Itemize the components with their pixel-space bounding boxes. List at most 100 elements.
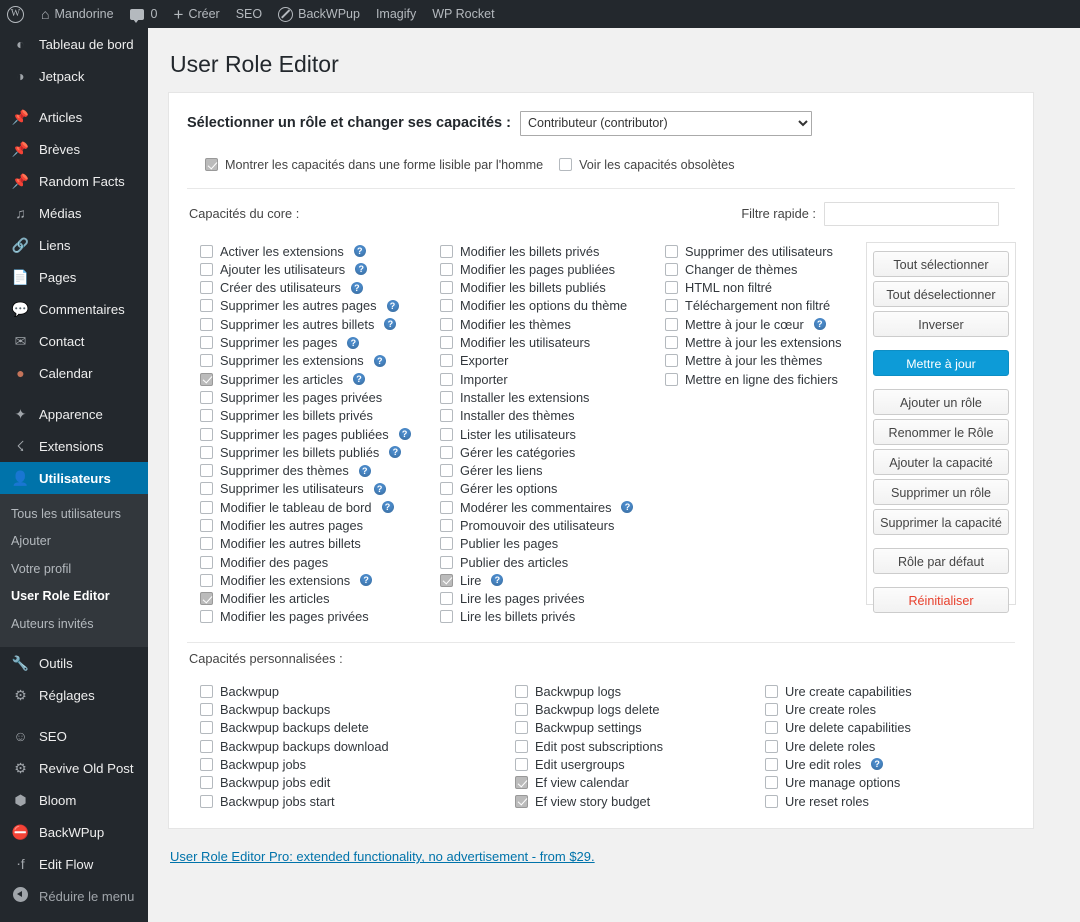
quick-filter-input[interactable]	[824, 201, 999, 226]
capability-checkbox[interactable]	[665, 281, 678, 295]
capability-row[interactable]: Publier les pages	[440, 535, 652, 553]
capability-checkbox[interactable]	[440, 427, 453, 441]
invert-button[interactable]: Inverser	[873, 310, 1009, 337]
capability-row[interactable]: Importer	[440, 370, 652, 388]
capability-row[interactable]: Mettre à jour les extensions	[665, 333, 862, 351]
capability-checkbox[interactable]	[440, 336, 453, 350]
capability-row[interactable]: Edit usergroups	[515, 755, 752, 773]
capability-row[interactable]: Téléchargement non filtré	[665, 297, 862, 315]
pro-upgrade-link[interactable]: User Role Editor Pro: extended functiona…	[170, 849, 595, 864]
rename-role-button[interactable]: Renommer le Rôle	[873, 418, 1009, 445]
capability-row[interactable]: Supprimer les billets publiés	[200, 443, 427, 461]
help-icon[interactable]	[813, 318, 826, 331]
help-icon[interactable]	[353, 245, 366, 258]
capability-row[interactable]: Modifier les billets publiés	[440, 278, 652, 296]
capability-checkbox[interactable]	[765, 794, 778, 808]
capability-checkbox[interactable]	[665, 317, 678, 331]
sidebar-item-seo[interactable]: ☺ SEO	[0, 720, 148, 752]
capability-checkbox[interactable]	[440, 500, 453, 514]
sidebar-item-medias[interactable]: ♫ Médias	[0, 197, 148, 229]
capability-checkbox[interactable]	[665, 299, 678, 313]
capability-checkbox[interactable]	[440, 390, 453, 404]
capability-checkbox[interactable]	[200, 537, 213, 551]
capability-checkbox[interactable]	[765, 757, 778, 771]
capability-checkbox[interactable]	[665, 336, 678, 350]
capability-checkbox[interactable]	[200, 610, 213, 624]
capability-row[interactable]: Ajouter les utilisateurs	[200, 260, 427, 278]
capability-row[interactable]: Modifier les articles	[200, 590, 427, 608]
capability-row[interactable]: Backwpup	[200, 682, 502, 700]
help-icon[interactable]	[373, 354, 386, 367]
capability-checkbox[interactable]	[200, 390, 213, 404]
sidebar-item-edit-flow[interactable]: ⋅f Edit Flow	[0, 848, 148, 880]
capability-row[interactable]: Mettre à jour le cœur	[665, 315, 862, 333]
capability-checkbox[interactable]	[200, 464, 213, 478]
capability-row[interactable]: Supprimer les billets privés	[200, 407, 427, 425]
capability-checkbox[interactable]	[765, 721, 778, 735]
capability-checkbox[interactable]	[200, 592, 213, 606]
help-icon[interactable]	[386, 299, 399, 312]
capability-row[interactable]: Ure delete capabilities	[765, 719, 992, 737]
add-capability-button[interactable]: Ajouter la capacité	[873, 448, 1009, 475]
capability-checkbox[interactable]	[515, 776, 528, 790]
capability-checkbox[interactable]	[200, 244, 213, 258]
capability-checkbox[interactable]	[440, 592, 453, 606]
capability-row[interactable]: Edit post subscriptions	[515, 737, 752, 755]
help-icon[interactable]	[373, 482, 386, 495]
help-icon[interactable]	[871, 758, 884, 771]
capability-row[interactable]: Gérer les catégories	[440, 443, 652, 461]
delete-role-button[interactable]: Supprimer un rôle	[873, 478, 1009, 505]
capability-row[interactable]: Gérer les options	[440, 480, 652, 498]
capability-checkbox[interactable]	[665, 244, 678, 258]
help-icon[interactable]	[389, 446, 402, 459]
capability-checkbox[interactable]	[200, 281, 213, 295]
capability-row[interactable]: Modifier les pages publiées	[440, 260, 652, 278]
capability-checkbox[interactable]	[440, 354, 453, 368]
help-icon[interactable]	[350, 281, 363, 294]
sidebar-subitem-auteurs-invites[interactable]: Auteurs invités	[0, 611, 148, 638]
capability-checkbox[interactable]	[200, 518, 213, 532]
capability-checkbox[interactable]	[765, 776, 778, 790]
capability-checkbox[interactable]	[515, 757, 528, 771]
capability-row[interactable]: Supprimer les pages	[200, 333, 427, 351]
sidebar-item-pages[interactable]: 📄 Pages	[0, 261, 148, 293]
capability-row[interactable]: Promouvoir des utilisateurs	[440, 516, 652, 534]
capability-row[interactable]: Backwpup backups	[200, 700, 502, 718]
capability-row[interactable]: Ure create roles	[765, 700, 992, 718]
capability-checkbox[interactable]	[440, 244, 453, 258]
sidebar-item-bloom[interactable]: ⬢ Bloom	[0, 784, 148, 816]
sidebar-item-contact[interactable]: ✉ Contact	[0, 325, 148, 357]
capability-row[interactable]: Backwpup jobs	[200, 755, 502, 773]
capability-row[interactable]: Lire	[440, 571, 652, 589]
help-icon[interactable]	[491, 574, 504, 587]
capability-row[interactable]: Supprimer les pages publiées	[200, 425, 427, 443]
capability-row[interactable]: Backwpup settings	[515, 719, 752, 737]
capability-checkbox[interactable]	[440, 299, 453, 313]
sidebar-item-commentaires[interactable]: 💬 Commentaires	[0, 293, 148, 325]
capability-row[interactable]: Modifier les options du thème	[440, 297, 652, 315]
add-role-button[interactable]: Ajouter un rôle	[873, 388, 1009, 415]
sidebar-item-dashboard[interactable]: ◐ Tableau de bord	[0, 28, 148, 60]
sidebar-item-calendar[interactable]: ● Calendar	[0, 357, 148, 389]
capability-row[interactable]: Installer des thèmes	[440, 407, 652, 425]
sidebar-item-extensions[interactable]: ☇ Extensions	[0, 430, 148, 462]
help-icon[interactable]	[384, 318, 397, 331]
sidebar-item-utilisateurs[interactable]: 👤 Utilisateurs	[0, 462, 156, 494]
capability-checkbox[interactable]	[440, 573, 453, 587]
capability-row[interactable]: Backwpup jobs start	[200, 792, 502, 810]
help-icon[interactable]	[355, 263, 368, 276]
capability-checkbox[interactable]	[440, 262, 453, 276]
adminbar-item-backwpup[interactable]: BackWPup	[270, 0, 368, 28]
capability-checkbox[interactable]	[665, 262, 678, 276]
capability-checkbox[interactable]	[765, 703, 778, 717]
capability-checkbox[interactable]	[200, 445, 213, 459]
capability-row[interactable]: Modifier les extensions	[200, 571, 427, 589]
capability-row[interactable]: Ure create capabilities	[765, 682, 992, 700]
capability-row[interactable]: Modifier les autres pages	[200, 516, 427, 534]
sidebar-subitem-user-role-editor[interactable]: User Role Editor	[0, 583, 148, 610]
sidebar-subitem-ajouter[interactable]: Ajouter	[0, 528, 148, 555]
capability-checkbox[interactable]	[440, 610, 453, 624]
capability-checkbox[interactable]	[440, 482, 453, 496]
capability-checkbox[interactable]	[200, 372, 213, 386]
capability-checkbox[interactable]	[200, 354, 213, 368]
